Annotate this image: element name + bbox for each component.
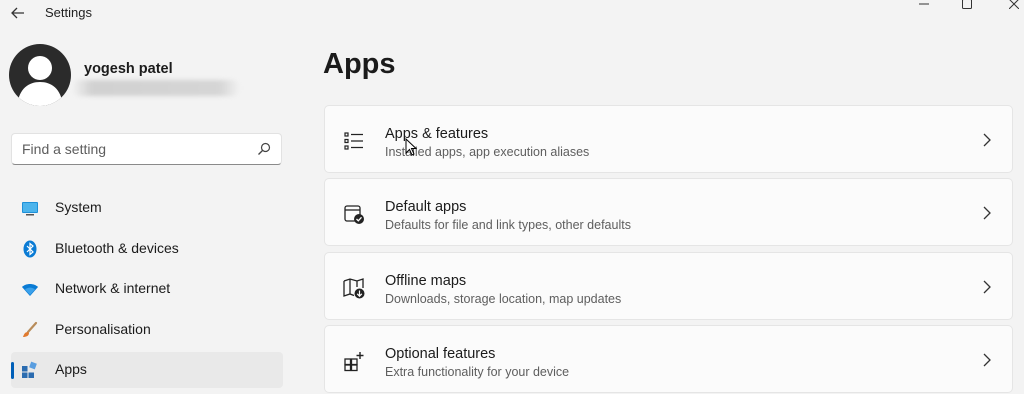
- card-subtitle: Defaults for file and link types, other …: [385, 218, 631, 232]
- card-optional-features[interactable]: Optional features Extra functionality fo…: [324, 325, 1013, 393]
- default-apps-icon: [344, 205, 364, 224]
- brush-icon: [23, 321, 38, 337]
- selection-indicator: [11, 362, 14, 379]
- card-title: Optional features: [385, 346, 496, 362]
- card-offline-maps[interactable]: Offline maps Downloads, storage location…: [324, 252, 1013, 320]
- chevron-right-icon: [983, 206, 991, 220]
- minimize-icon: [919, 3, 929, 5]
- maximize-icon: [962, 0, 972, 9]
- sidebar-item-label: Bluetooth & devices: [55, 240, 179, 256]
- sidebar-item-personalisation[interactable]: Personalisation: [11, 312, 283, 348]
- chevron-right-icon: [983, 133, 991, 147]
- sidebar-item-network[interactable]: Network & internet: [11, 271, 283, 307]
- minimize-button[interactable]: [912, 0, 936, 12]
- close-button[interactable]: [1002, 0, 1024, 12]
- mouse-cursor-icon: [405, 138, 417, 156]
- sidebar-item-label: Apps: [55, 361, 87, 377]
- apps-icon: [22, 361, 37, 378]
- search-box[interactable]: Find a setting: [11, 133, 282, 165]
- chevron-right-icon: [983, 280, 991, 294]
- sidebar-item-label: Personalisation: [55, 321, 151, 337]
- monitor-icon: [22, 202, 38, 216]
- sidebar-item-bluetooth[interactable]: Bluetooth & devices: [11, 231, 283, 267]
- person-icon: [17, 56, 63, 106]
- redacted-email: [72, 80, 240, 96]
- card-apps-features[interactable]: Apps & features Installed apps, app exec…: [324, 105, 1013, 173]
- page-title: Apps: [323, 48, 396, 80]
- wifi-icon: [22, 284, 38, 296]
- list-icon: [344, 132, 363, 150]
- card-default-apps[interactable]: Default apps Defaults for file and link …: [324, 178, 1013, 246]
- card-title: Default apps: [385, 199, 467, 215]
- app-title: Settings: [45, 5, 92, 20]
- card-title: Apps & features: [385, 126, 489, 142]
- avatar[interactable]: [9, 44, 71, 106]
- maximize-button[interactable]: [955, 0, 979, 12]
- bluetooth-icon: [23, 240, 37, 258]
- map-icon: [343, 278, 365, 299]
- search-icon: [258, 142, 271, 155]
- card-subtitle: Downloads, storage location, map updates: [385, 292, 622, 306]
- sidebar-item-label: System: [55, 199, 102, 215]
- sidebar-item-system[interactable]: System: [11, 190, 283, 226]
- user-name: yogesh patel: [84, 61, 173, 77]
- chevron-right-icon: [983, 353, 991, 367]
- close-icon: [1009, 0, 1019, 9]
- card-title: Offline maps: [385, 273, 467, 289]
- sidebar-item-apps[interactable]: Apps: [11, 352, 283, 388]
- title-bar: Settings: [0, 0, 1024, 26]
- arrow-left-icon: [11, 7, 24, 19]
- sidebar-item-label: Network & internet: [55, 280, 171, 296]
- back-button[interactable]: [8, 4, 28, 22]
- card-subtitle: Extra functionality for your device: [385, 365, 570, 379]
- add-feature-icon: [344, 352, 364, 372]
- search-input[interactable]: Find a setting: [22, 141, 106, 157]
